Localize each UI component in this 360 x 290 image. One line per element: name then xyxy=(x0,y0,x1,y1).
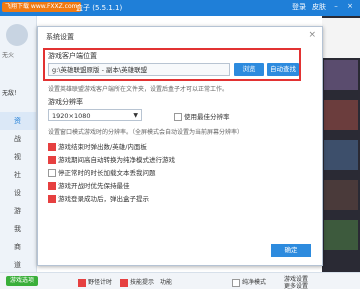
bottom-item[interactable]: 技能提示 xyxy=(120,277,154,287)
option-item[interactable]: 游戏期间高自动转换为纯净模式进行游戏 xyxy=(48,154,175,164)
option-item[interactable]: 停正常时的时长加载文本丢我问题 xyxy=(48,167,156,177)
thumbnail[interactable] xyxy=(324,100,358,130)
sidebar-item-6[interactable]: 我 xyxy=(0,220,36,238)
sidebar-item-3[interactable]: 社 xyxy=(0,166,36,184)
bottom-bar: 游戏选项 野怪计时 技能提示 功能 纯净模式 游戏设置 更多设置 xyxy=(0,272,360,290)
best-resolution-option[interactable]: 使用最佳分辨率 xyxy=(174,111,230,121)
thumbnail[interactable] xyxy=(324,140,358,170)
title-actions: 登录 皮肤 – × xyxy=(292,2,354,12)
chevron-down-icon: ▼ xyxy=(133,112,138,119)
thumbnail[interactable] xyxy=(324,60,358,90)
thumbnail[interactable] xyxy=(324,180,358,210)
close-icon[interactable]: × xyxy=(308,30,316,40)
sidebar-item-1[interactable]: 战 xyxy=(0,130,36,148)
bottom-item[interactable]: 野怪计时 xyxy=(78,277,112,287)
resolution-hint: 设置窗口模式游戏时的分辨率。（全屏模式会自动设置为当前屏幕分辨率） xyxy=(48,129,244,136)
bottom-item[interactable]: 功能 xyxy=(160,277,172,286)
checkbox-icon xyxy=(48,169,56,177)
bottom-item[interactable]: 更多设置 xyxy=(284,281,308,290)
sidebar-status: 无敌！ xyxy=(2,90,21,97)
path-hint: 设置英雄联盟游戏客户端所在文件夹，设置后盒子才可以正常工作。 xyxy=(48,86,229,93)
watermark-badge: 飞翔下载 www.FXXZ.com xyxy=(2,2,81,12)
title-bar: 飞翔下载 www.FXXZ.com 盒子 (5.5.1.1) 登录 皮肤 – × xyxy=(0,0,360,16)
checkbox-icon xyxy=(48,156,56,164)
resolution-value: 1920×1080 xyxy=(52,112,91,120)
option-item[interactable]: 游戏登录成功后，弹出盒子提示 xyxy=(48,193,149,203)
sidebar-item-7[interactable]: 商 xyxy=(0,238,36,256)
resolution-select[interactable]: 1920×1080 ▼ xyxy=(48,109,142,121)
close-window-icon[interactable]: × xyxy=(346,2,354,12)
game-options-button[interactable]: 游戏选项 xyxy=(6,276,39,286)
minimize-icon[interactable]: – xyxy=(332,2,340,12)
highlight-frame xyxy=(43,48,301,81)
app-title: 盒子 (5.5.1.1) xyxy=(76,4,123,12)
checkbox-icon xyxy=(78,278,86,287)
option-item[interactable]: 游戏结束时弹出数/英雄/内面板 xyxy=(48,141,147,151)
dialog-title: 系统设置 xyxy=(46,33,74,41)
checkbox-icon xyxy=(120,278,128,287)
checkbox-icon xyxy=(232,278,240,287)
thumbnail[interactable] xyxy=(324,220,358,250)
checkbox-icon xyxy=(48,143,56,151)
checkbox-icon xyxy=(48,195,56,203)
avatar[interactable] xyxy=(6,24,28,46)
checkbox-icon xyxy=(174,113,182,121)
sidebar-item-4[interactable]: 设 xyxy=(0,184,36,202)
bottom-item[interactable]: 纯净模式 xyxy=(232,277,266,287)
ok-button[interactable]: 确定 xyxy=(271,244,311,257)
option-item[interactable]: 游戏开战时优先保持最佳 xyxy=(48,180,130,190)
sidebar-item-0[interactable]: 资 xyxy=(0,112,36,130)
login-link[interactable]: 登录 xyxy=(292,2,306,12)
sidebar-item-5[interactable]: 游 xyxy=(0,202,36,220)
sidebar-label: 无火 xyxy=(2,52,15,59)
sidebar-nav: 资 战 视 社 设 游 我 商 道 xyxy=(0,112,36,274)
skin-link[interactable]: 皮肤 xyxy=(312,2,326,12)
right-header xyxy=(322,18,360,58)
sidebar: 无火 无敌！ 资 战 视 社 设 游 我 商 道 xyxy=(0,16,37,288)
settings-dialog: 系统设置 × 游戏客户端位置 g:\英雄联盟原版 - 副本\英雄联盟 浏览 自动… xyxy=(37,26,323,266)
sidebar-item-2[interactable]: 视 xyxy=(0,148,36,166)
checkbox-icon xyxy=(48,182,56,190)
resolution-section-label: 游戏分辨率 xyxy=(48,98,83,106)
